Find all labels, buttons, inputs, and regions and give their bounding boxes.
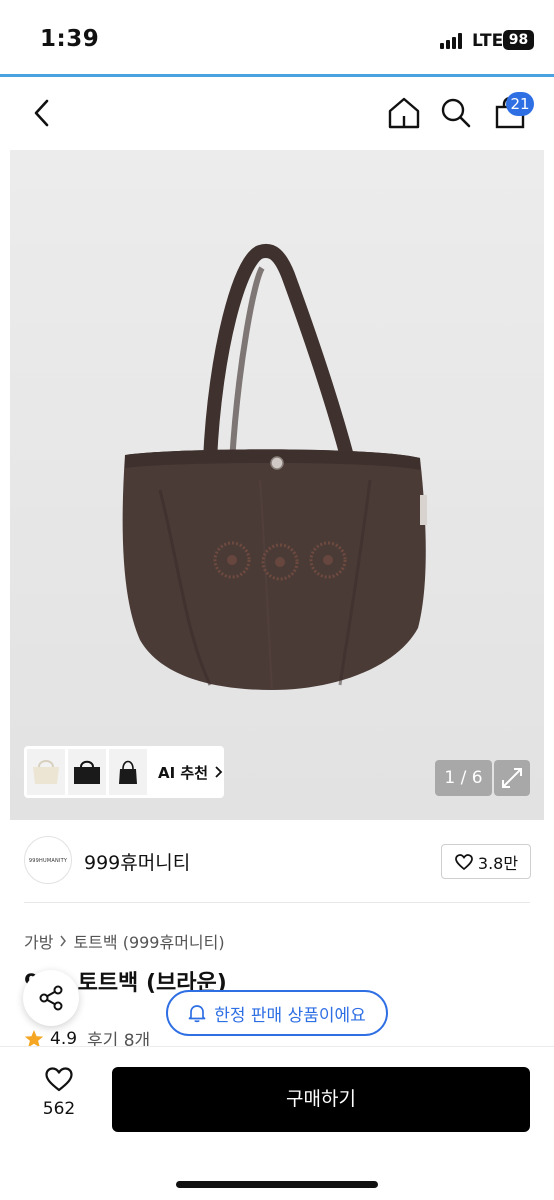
thumbnail-black-bag[interactable] <box>68 749 106 795</box>
network-label: LTE <box>472 31 504 51</box>
product-image[interactable] <box>10 150 544 820</box>
status-time: 1:39 <box>40 26 100 52</box>
ivory-tote-thumbnail <box>33 760 59 784</box>
bell-icon <box>188 1005 206 1023</box>
black-mini-tote-thumbnail <box>119 760 137 784</box>
divider <box>24 902 530 903</box>
heart-outline-icon <box>45 1067 73 1092</box>
status-bar: 1:39 LTE 98 <box>0 0 554 76</box>
ai-recommend-strip[interactable]: AI 추천 <box>24 746 224 798</box>
shop-row[interactable]: 999HUMANITY 999휴머니티 3.8만 <box>24 836 532 886</box>
breadcrumb-subcategory[interactable]: 토트백 (999휴머니티) <box>73 929 224 953</box>
share-icon <box>39 985 63 1011</box>
share-button[interactable] <box>23 970 79 1026</box>
shop-logo[interactable]: 999HUMANITY <box>24 836 72 884</box>
buy-button[interactable]: 구매하기 <box>112 1067 530 1132</box>
home-icon <box>388 97 420 129</box>
tote-bag-image <box>122 244 427 691</box>
search-icon <box>441 98 471 128</box>
breadcrumb-category[interactable]: 가방 <box>24 929 53 953</box>
ai-recommend-button[interactable]: AI 추천 <box>158 762 223 783</box>
chevron-left-icon <box>34 99 49 127</box>
shop-follow-button[interactable]: 3.8만 <box>441 844 531 879</box>
home-button[interactable] <box>384 93 424 133</box>
chevron-right-icon <box>60 935 67 947</box>
cart-count-badge: 21 <box>506 92 534 116</box>
shop-name[interactable]: 999휴머니티 <box>84 848 190 875</box>
thumbnail-ivory-bag[interactable] <box>27 749 65 795</box>
search-button[interactable] <box>436 93 476 133</box>
shop-like-count: 3.8만 <box>477 853 519 873</box>
chevron-right-icon <box>215 766 223 778</box>
top-nav <box>0 77 554 149</box>
thumbnail-black-mini-bag[interactable] <box>109 749 147 795</box>
home-indicator <box>176 1181 378 1188</box>
signal-icon <box>440 33 466 49</box>
ai-recommend-label: AI 추천 <box>158 763 209 782</box>
limited-sale-text: 한정 판매 상품이에요 <box>214 1005 366 1026</box>
black-tote-thumbnail <box>74 760 100 784</box>
heart-outline-icon <box>455 853 473 870</box>
expand-image-button[interactable] <box>494 760 530 796</box>
gallery-page-indicator: 1 / 6 <box>435 760 492 796</box>
wishlist-count: 562 <box>42 1099 76 1119</box>
expand-icon <box>502 768 522 788</box>
breadcrumb: 가방 토트백 (999휴머니티) <box>24 929 225 953</box>
back-button[interactable] <box>24 95 60 131</box>
limited-sale-badge: 한정 판매 상품이에요 <box>166 990 388 1036</box>
wishlist-button[interactable]: 562 <box>30 1066 88 1130</box>
battery-icon: 98 <box>503 30 534 50</box>
